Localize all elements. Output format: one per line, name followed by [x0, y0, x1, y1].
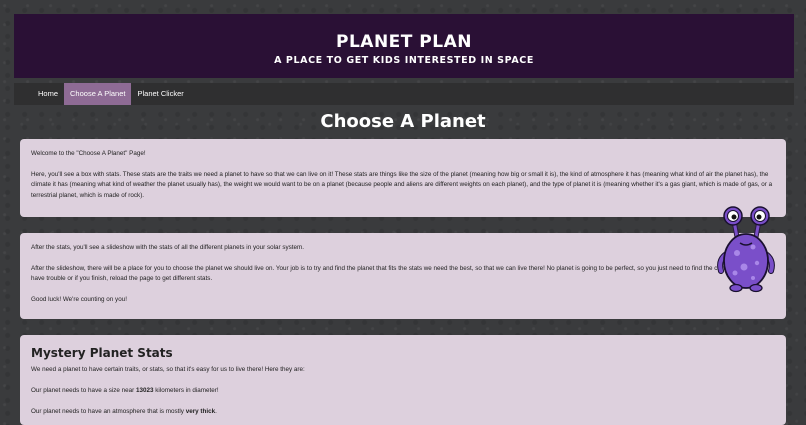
alien-mascot-icon	[717, 206, 775, 293]
nav-item-planet-clicker[interactable]: Planet Clicker	[131, 83, 189, 105]
site-banner: PLANET PLAN A PLACE TO GET KIDS INTEREST…	[14, 14, 794, 78]
task-text: After the slideshow, there will be a pla…	[31, 264, 766, 283]
slideshow-text: After the stats, you'll see a slideshow …	[31, 244, 305, 251]
mystery-stats-heading: Mystery Planet Stats	[31, 346, 173, 360]
atmosphere-stat-value: very thick	[185, 407, 216, 415]
mystery-intro-text: We need a planet to have certain traits,…	[31, 366, 305, 373]
good-luck-text: Good luck! We're counting on you!	[31, 296, 127, 303]
size-stat-value: 13023	[136, 386, 154, 394]
mystery-stats-card: Mystery Planet Stats We need a planet to…	[20, 335, 786, 425]
size-stat-prefix: Our planet needs to have a size near	[31, 386, 137, 394]
nav-item-home[interactable]: Home	[32, 83, 64, 105]
site-title: PLANET PLAN	[336, 32, 472, 52]
nav-bar: Home Choose A Planet Planet Clicker	[14, 83, 794, 105]
stats-explanation-text: Here, you'll see a box with stats. These…	[31, 170, 773, 199]
instructions-card: After the stats, you'll see a slideshow …	[20, 233, 786, 319]
atmosphere-stat-suffix: .	[215, 407, 217, 415]
atmosphere-stat-prefix: Our planet needs to have an atmosphere t…	[31, 407, 186, 415]
page-title: Choose A Planet	[320, 111, 486, 132]
atmosphere-stat: Our planet needs to have an atmosphere t…	[31, 407, 775, 417]
size-stat-suffix: kilometers in diameter!	[153, 386, 219, 394]
intro-card: Welcome to the "Choose A Planet" Page! H…	[20, 139, 786, 217]
nav-item-choose-a-planet[interactable]: Choose A Planet	[64, 83, 132, 105]
size-stat: Our planet needs to have a size near 130…	[31, 386, 775, 396]
welcome-text: Welcome to the "Choose A Planet" Page!	[31, 150, 146, 157]
site-subtitle: A PLACE TO GET KIDS INTERESTED IN SPACE	[274, 55, 534, 66]
